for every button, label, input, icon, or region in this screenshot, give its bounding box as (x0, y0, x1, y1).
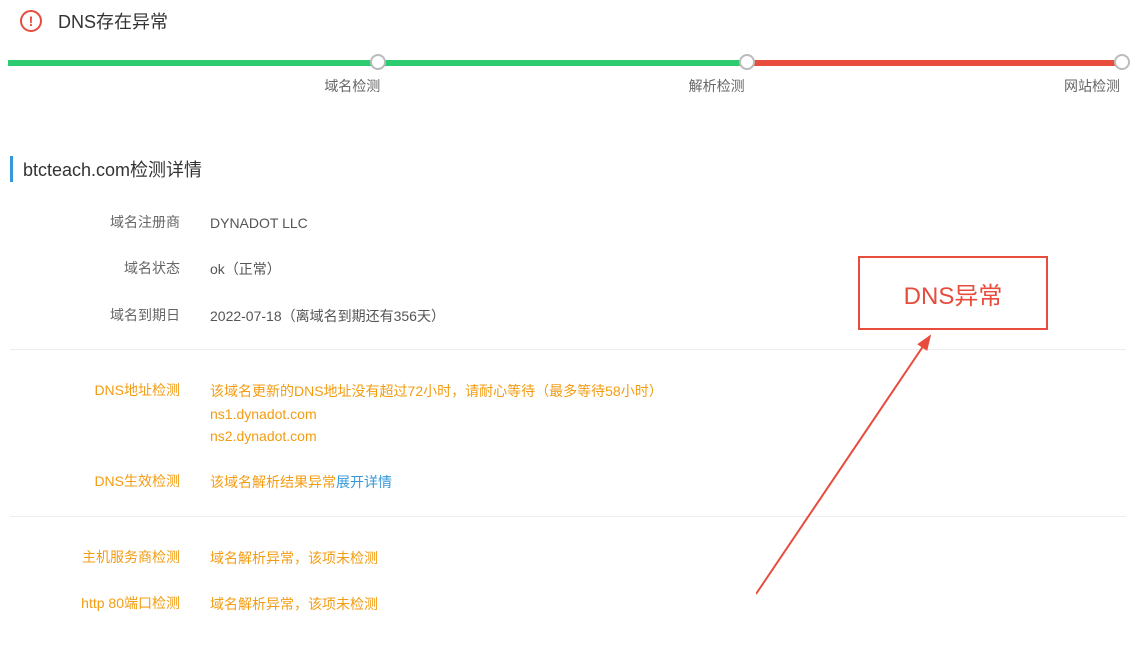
progress-segment-ok (8, 60, 747, 66)
label-registrar: 域名注册商 (10, 212, 210, 232)
value-host: 域名解析异常，该项未检测 (210, 547, 1126, 569)
value-registrar: DYNADOT LLC (210, 212, 1126, 234)
row-registrar: 域名注册商 DYNADOT LLC (10, 200, 1126, 246)
label-status: 域名状态 (10, 258, 210, 278)
dns-effect-msg: 该域名解析结果异常 (210, 474, 336, 490)
value-http80: 域名解析异常，该项未检测 (210, 593, 1126, 615)
divider-1 (10, 349, 1126, 350)
header-bar: ! DNS存在异常 (0, 0, 1136, 50)
progress-label-domain: 域名检测 (16, 76, 380, 96)
dns-addr-msg: 该域名更新的DNS地址没有超过72小时，请耐心等待（最多等待58小时） (210, 380, 1126, 402)
label-expiry: 域名到期日 (10, 305, 210, 325)
expand-detail-link[interactable]: 展开详情 (336, 474, 392, 490)
section-title: btcteach.com检测详情 (10, 156, 1126, 182)
progress-container: 域名检测 解析检测 网站检测 (0, 50, 1136, 96)
divider-2 (10, 516, 1126, 517)
value-dns-effect: 该域名解析结果异常展开详情 (210, 471, 1126, 493)
progress-label-website: 网站检测 (745, 76, 1120, 96)
progress-segment-fail (747, 60, 1128, 66)
label-dns-effect: DNS生效检测 (10, 471, 210, 491)
row-dns-addr: DNS地址检测 该域名更新的DNS地址没有超过72小时，请耐心等待（最多等待58… (10, 368, 1126, 459)
row-host: 主机服务商检测 域名解析异常，该项未检测 (10, 535, 1126, 581)
label-host: 主机服务商检测 (10, 547, 210, 567)
dns-addr-ns2: ns2.dynadot.com (210, 425, 1126, 447)
annotation-callout-box: DNS异常 (858, 256, 1048, 330)
dns-addr-ns1: ns1.dynadot.com (210, 403, 1126, 425)
label-dns-addr: DNS地址检测 (10, 380, 210, 400)
row-http80: http 80端口检测 域名解析异常，该项未检测 (10, 581, 1126, 627)
progress-label-resolve: 解析检测 (380, 76, 744, 96)
details-section: btcteach.com检测详情 域名注册商 DYNADOT LLC 域名状态 … (0, 156, 1136, 628)
row-dns-effect: DNS生效检测 该域名解析结果异常展开详情 (10, 459, 1126, 505)
value-dns-addr: 该域名更新的DNS地址没有超过72小时，请耐心等待（最多等待58小时） ns1.… (210, 380, 1126, 447)
progress-labels: 域名检测 解析检测 网站检测 (8, 76, 1128, 96)
alert-icon: ! (20, 10, 42, 32)
progress-bar (8, 60, 1128, 66)
label-http80: http 80端口检测 (10, 593, 210, 613)
annotation-text: DNS异常 (904, 276, 1003, 311)
header-title: DNS存在异常 (58, 8, 168, 34)
